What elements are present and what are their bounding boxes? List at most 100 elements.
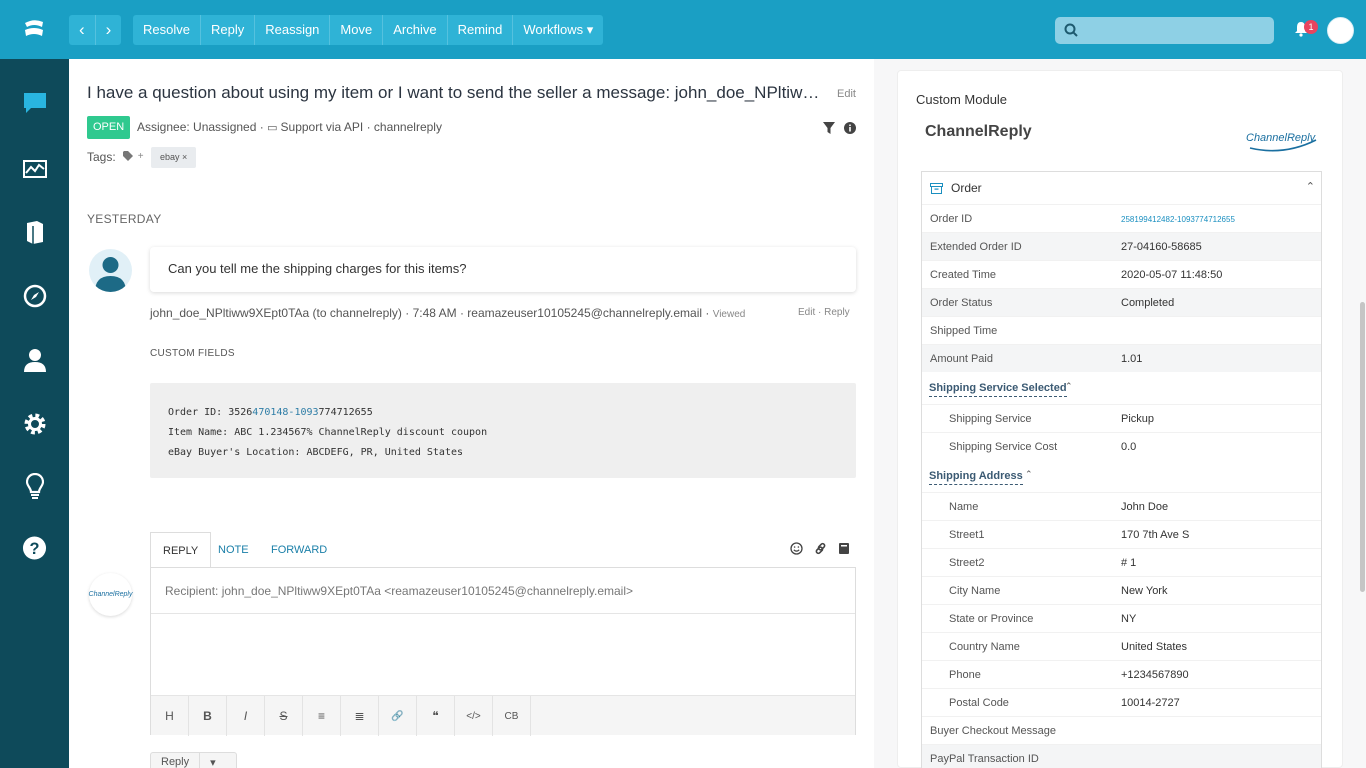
workflows-dropdown[interactable]: Workflows ▾ <box>513 15 603 45</box>
reassign-button[interactable]: Reassign <box>255 15 331 45</box>
add-tag-button[interactable]: + <box>123 151 144 162</box>
bullet-list-button[interactable]: ≡ <box>303 696 341 736</box>
shipping-cost-row: Shipping Service Cost 0.0 <box>922 432 1321 460</box>
contacts-icon[interactable] <box>22 347 47 372</box>
history-nav: ‹ › <box>69 15 122 45</box>
assignee-text[interactable]: Assignee: Unassigned · <box>137 120 267 134</box>
knowledge-base-icon[interactable] <box>22 219 47 244</box>
back-button[interactable]: ‹ <box>69 15 96 45</box>
archive-button[interactable]: Archive <box>383 15 448 45</box>
resolve-button[interactable]: Resolve <box>133 15 201 45</box>
status-badge[interactable]: OPEN <box>87 116 131 139</box>
remind-button[interactable]: Remind <box>448 15 514 45</box>
filter-icon[interactable] <box>823 122 835 134</box>
italic-button[interactable]: I <box>227 696 265 736</box>
message-actions[interactable]: Edit · Reply <box>798 307 850 318</box>
reply-composer[interactable]: Recipient: john_doe_NPltiww9XEpt0TAa <re… <box>150 567 856 736</box>
tab-forward[interactable]: FORWARD <box>259 532 339 568</box>
page-scrollbar[interactable] <box>1360 302 1365 592</box>
user-avatar[interactable] <box>1327 17 1354 44</box>
collapse-shipping-address-icon[interactable]: ⌃ <box>1025 469 1033 480</box>
field-value: +1234567890 <box>1121 669 1189 681</box>
app-logo-icon[interactable] <box>22 18 46 40</box>
order-header[interactable]: Order ⌃ <box>922 172 1321 204</box>
explore-icon[interactable] <box>22 283 47 308</box>
tab-reply[interactable]: REPLY <box>150 532 212 568</box>
shipping-service-section[interactable]: Shipping Service Selected ⌃ <box>922 372 1321 404</box>
order-row-created-time: Created Time 2020-05-07 11:48:50 <box>922 260 1321 288</box>
field-value: 27-04160-58685 <box>1121 241 1202 253</box>
shipping-address-section[interactable]: Shipping Address ⌃ <box>922 460 1321 492</box>
tag-chip-ebay[interactable]: ebay × <box>151 147 197 168</box>
code-line-location: eBay Buyer's Location: ABCDEFG, PR, Unit… <box>168 447 464 458</box>
edit-title-link[interactable]: Edit <box>837 88 856 100</box>
send-options-button[interactable]: ▾ <box>200 753 226 768</box>
shipping-address-section-label[interactable]: Shipping Address <box>929 470 1023 485</box>
field-label: Street2 <box>949 557 985 569</box>
numbered-list-button[interactable]: ≣ <box>341 696 379 736</box>
person-avatar-icon <box>95 257 126 292</box>
shipping-service-section-label[interactable]: Shipping Service Selected <box>929 382 1067 397</box>
field-label: State or Province <box>949 613 1034 625</box>
address-row-street2: Street2 # 1 <box>922 548 1321 576</box>
add-tag-plus: + <box>137 151 144 162</box>
field-value: # 1 <box>1121 557 1137 569</box>
code-button[interactable]: </> <box>455 696 493 736</box>
conversations-icon[interactable] <box>22 90 47 115</box>
search-input[interactable] <box>1055 17 1274 44</box>
svg-text:?: ? <box>30 539 40 557</box>
address-row-postal-code: Postal Code 10014-2727 <box>922 688 1321 716</box>
order-label: Order <box>951 181 982 195</box>
tag-icon <box>123 151 133 162</box>
info-icon[interactable] <box>844 122 856 134</box>
quote-button[interactable]: ❝ <box>417 696 455 736</box>
custom-module-panel: Custom Module ChannelReply ChannelReply … <box>874 59 1366 768</box>
message-meta: john_doe_NPltiww9XEpt0TAa (to channelrep… <box>150 306 745 320</box>
channelreply-logo-text: ChannelReply <box>1246 132 1316 144</box>
book-icon[interactable] <box>838 542 850 555</box>
order-section: Order ⌃ Order ID 258199412482-10937747126… <box>921 171 1322 768</box>
link-icon[interactable] <box>814 542 827 555</box>
panel-title: Custom Module <box>916 92 1008 107</box>
send-reply-button[interactable]: Reply <box>151 753 201 768</box>
recipient-field[interactable]: Recipient: john_doe_NPltiww9XEpt0TAa <re… <box>151 568 855 614</box>
settings-gear-icon[interactable] <box>22 411 47 436</box>
field-label: Postal Code <box>949 697 1009 709</box>
bold-button[interactable]: B <box>189 696 227 736</box>
field-label: PayPal Transaction ID <box>930 753 1039 765</box>
collapse-shipping-service-icon[interactable]: ⌃ <box>1065 381 1073 392</box>
insert-link-button[interactable]: 🔗 <box>379 696 417 736</box>
address-row-city: City Name New York <box>922 576 1321 604</box>
shipping-service-row: Shipping Service Pickup <box>922 404 1321 432</box>
field-value: 2020-05-07 11:48:50 <box>1121 269 1223 281</box>
send-button-group: Reply ▾ <box>150 752 237 768</box>
composer-tab-icons <box>790 542 850 555</box>
reports-icon[interactable] <box>22 156 47 181</box>
field-label: Amount Paid <box>930 353 993 365</box>
field-label: Shipping Service Cost <box>949 441 1058 453</box>
heading-button[interactable]: H <box>151 696 189 736</box>
move-button[interactable]: Move <box>330 15 384 45</box>
reply-button[interactable]: Reply <box>201 15 256 45</box>
order-row-amount-paid: Amount Paid 1.01 <box>922 344 1321 372</box>
collapse-order-icon[interactable]: ⌃ <box>1306 180 1315 193</box>
tab-note[interactable]: NOTE <box>206 532 261 568</box>
help-icon[interactable]: ? <box>22 535 47 560</box>
conversation-pane: I have a question about using my item or… <box>69 59 874 768</box>
address-row-street1: Street1 170 7th Ave S <box>922 520 1321 548</box>
field-label: Phone <box>949 669 981 681</box>
code-line-item-name: Item Name: ABC 1.234567% ChannelReply di… <box>168 427 488 438</box>
archive-box-icon <box>930 182 943 194</box>
code-block-button[interactable]: CB <box>493 696 531 736</box>
address-row-state: State or Province NY <box>922 604 1321 632</box>
message-bubble: Can you tell me the shipping charges for… <box>150 247 856 292</box>
forward-button[interactable]: › <box>96 15 122 45</box>
order-row-shipped-time: Shipped Time <box>922 316 1321 344</box>
code-order-id-link[interactable]: 470148-1093 <box>252 407 318 418</box>
channel-text[interactable]: Support via API · channelreply <box>281 120 442 134</box>
strikethrough-button[interactable]: S <box>265 696 303 736</box>
order-id-link[interactable]: 258199412482-1093774712655 <box>1121 215 1235 224</box>
lightbulb-icon[interactable] <box>22 472 47 499</box>
emoji-icon[interactable] <box>790 542 803 555</box>
order-row-checkout-message: Buyer Checkout Message <box>922 716 1321 744</box>
